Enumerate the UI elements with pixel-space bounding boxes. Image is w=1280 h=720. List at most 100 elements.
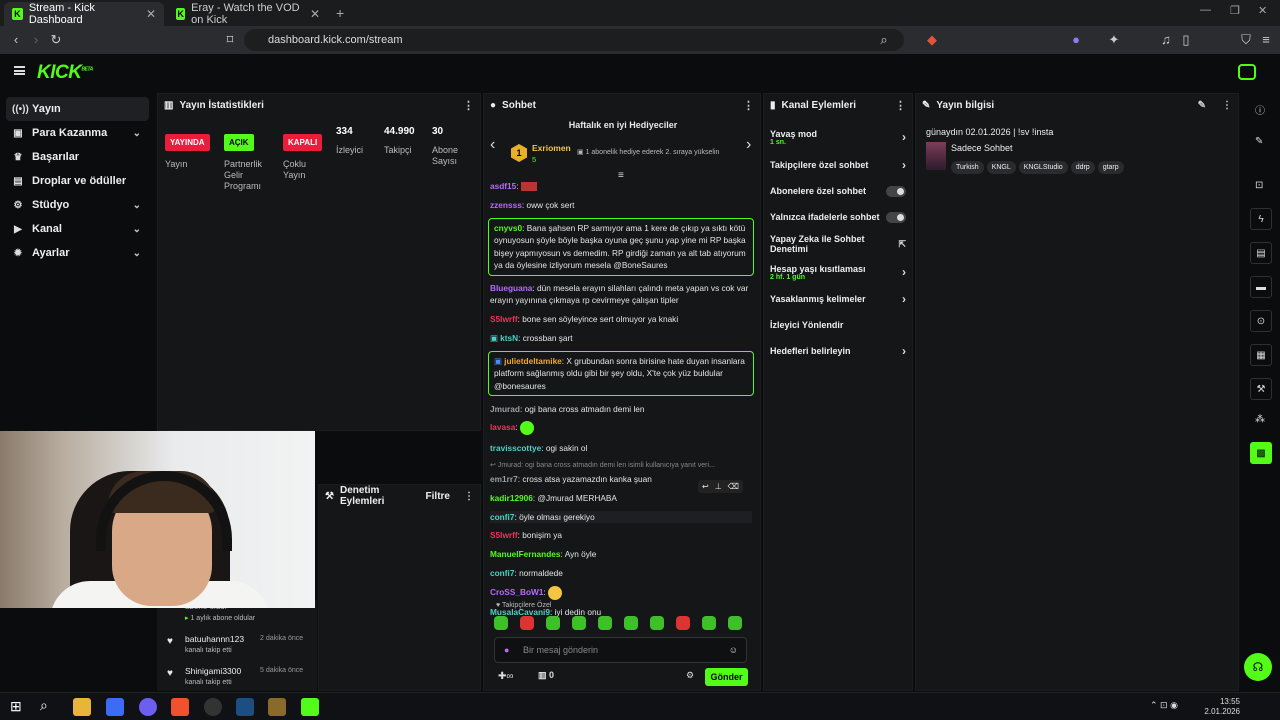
- sidebar-item-basarilar[interactable]: ♛ Başarılar: [0, 145, 155, 169]
- emote-icon[interactable]: [728, 616, 742, 630]
- minimize-icon[interactable]: —: [1200, 4, 1211, 16]
- chat-message[interactable]: zzensss: oww çok sert: [490, 199, 752, 212]
- pencil-icon[interactable]: ✎: [1255, 136, 1263, 147]
- menu-icon[interactable]: ≡: [1258, 32, 1274, 48]
- chat-message-highlighted[interactable]: ▣ julietdeltamike: X grubundan sonra bir…: [488, 350, 754, 397]
- emote-icon[interactable]: [598, 616, 612, 630]
- action-ai-moderation[interactable]: Yapay Zeka ile Sohbet Denetimi ⇱: [764, 230, 912, 258]
- system-clock[interactable]: 13:55 2.01.2026: [1204, 697, 1240, 717]
- forward-icon[interactable]: ›: [28, 32, 44, 48]
- emote-icon[interactable]: [520, 616, 534, 630]
- new-tab-icon[interactable]: +: [336, 5, 344, 21]
- focus-icon[interactable]: ⊡: [1255, 180, 1263, 191]
- sidebar-item-kanal[interactable]: ▶ Kanal ⌄: [0, 217, 155, 241]
- filter-button[interactable]: Filtre: [426, 491, 450, 502]
- clapperboard-icon[interactable]: ▩: [1250, 442, 1272, 464]
- chevron-left-icon[interactable]: ‹: [490, 136, 495, 154]
- action-banned-words[interactable]: Yasaklanmış kelimeler ›: [764, 286, 912, 312]
- app-icon[interactable]: [106, 698, 124, 716]
- close-window-icon[interactable]: ✕: [1258, 4, 1267, 17]
- document-icon[interactable]: ▤: [1250, 242, 1272, 264]
- action-subscribers-chat[interactable]: Abonelere özel sohbet: [764, 178, 912, 204]
- chat-message[interactable]: ▣ ktsN: crossban şart: [490, 332, 752, 345]
- more-options-icon[interactable]: ⋮: [464, 491, 474, 502]
- reply-icon[interactable]: ↩: [702, 482, 709, 491]
- action-raid[interactable]: İzleyici Yönlendir: [764, 312, 912, 338]
- delete-icon[interactable]: ⌫: [728, 482, 739, 491]
- chat-message[interactable]: confi7: normaldede: [490, 567, 752, 580]
- action-slow-mode[interactable]: Yavaş mod 1 sn. ›: [764, 122, 912, 152]
- pin-icon[interactable]: ⊥: [715, 482, 722, 491]
- reload-icon[interactable]: ↻: [48, 32, 64, 48]
- chat-message[interactable]: travisscottye: ogi sakin ol: [490, 442, 752, 455]
- sidebar-item-studyo[interactable]: ⚙ Stüdyo ⌄: [0, 193, 155, 217]
- chat-message[interactable]: asdf15:: [490, 180, 752, 193]
- windows-start-icon[interactable]: ⊞: [10, 698, 22, 715]
- file-explorer-icon[interactable]: [73, 698, 91, 716]
- action-followers-chat[interactable]: Takipçilere özel sohbet ›: [764, 152, 912, 178]
- support-icon[interactable]: ☊: [1244, 653, 1272, 681]
- chat-bubble-icon[interactable]: ▬: [1250, 276, 1272, 298]
- chat-message[interactable]: S5lwrff: bone sen söyleyince sert olmuyo…: [490, 313, 752, 326]
- chat-message[interactable]: lavasa:: [490, 421, 752, 436]
- action-account-age[interactable]: Hesap yaşı kısıtlaması 2 hf. 1 gün ›: [764, 258, 912, 286]
- emote-icon[interactable]: [702, 616, 716, 630]
- broadcast-icon[interactable]: ⊙: [1250, 310, 1272, 332]
- emote-icon[interactable]: [624, 616, 638, 630]
- send-button[interactable]: Gönder: [705, 668, 748, 686]
- more-options-icon[interactable]: ⋮: [895, 99, 906, 112]
- channel-avatar-icon[interactable]: [1238, 64, 1256, 80]
- puzzle-icon[interactable]: ✦: [1106, 32, 1122, 48]
- brave-shield-icon[interactable]: ◆: [924, 32, 940, 48]
- browser-tab-dashboard[interactable]: K Stream - Kick Dashboard ✕: [4, 2, 164, 26]
- toggle-switch[interactable]: [886, 185, 906, 197]
- chat-message[interactable]: Blueguana: dün mesela erayın silahları ç…: [490, 282, 752, 307]
- maximize-icon[interactable]: ❐: [1230, 4, 1240, 17]
- chat-input[interactable]: ● Bir mesaj gönderin ☺: [494, 637, 747, 663]
- emoji-picker-icon[interactable]: ☺: [729, 645, 738, 655]
- wrench-icon[interactable]: ⚒: [1250, 378, 1272, 400]
- toggle-switch[interactable]: [886, 211, 906, 223]
- emote-icon[interactable]: [650, 616, 664, 630]
- emote-icon[interactable]: [546, 616, 560, 630]
- search-icon[interactable]: ⌕: [40, 697, 48, 714]
- game-icon[interactable]: [268, 698, 286, 716]
- media-icon[interactable]: ♫: [1158, 32, 1174, 48]
- close-tab-icon[interactable]: ✕: [310, 7, 320, 21]
- obs-icon[interactable]: [204, 698, 222, 716]
- chat-settings-icon[interactable]: ⚙: [686, 670, 694, 681]
- edit-icon[interactable]: ✎: [1198, 100, 1206, 111]
- zoom-icon[interactable]: ⌕: [876, 32, 892, 48]
- more-options-icon[interactable]: ⋮: [1222, 100, 1232, 111]
- sidebar-item-yayin[interactable]: ((•)) Yayın: [6, 97, 149, 121]
- sidebar-item-para-kazanma[interactable]: ▣ Para Kazanma ⌄: [0, 121, 155, 145]
- chat-message-highlighted[interactable]: cnyvs0: Bana şahsen RP sarmıyor ama 1 ke…: [488, 217, 754, 276]
- action-emote-only-chat[interactable]: Yalnızca ifadelerle sohbet: [764, 204, 912, 230]
- chevron-right-icon[interactable]: ›: [746, 136, 751, 154]
- top-gifter-name[interactable]: Exriomen: [532, 143, 571, 153]
- chat-message[interactable]: kadir12906: @Jmurad MERHABA: [490, 492, 752, 505]
- more-options-icon[interactable]: ⋮: [463, 99, 474, 112]
- browser-tab-vod[interactable]: K Eray - Watch the VOD on Kick ✕: [168, 2, 328, 26]
- sidebar-item-ayarlar[interactable]: ✹ Ayarlar ⌄: [0, 241, 155, 265]
- microphone-icon[interactable]: ●: [504, 645, 509, 655]
- brave-icon[interactable]: [171, 698, 189, 716]
- steam-icon[interactable]: [236, 698, 254, 716]
- chat-message-hovered[interactable]: confi7: öyle olması gerekiyo: [490, 510, 752, 524]
- points-icon[interactable]: ✚∞: [498, 671, 514, 682]
- back-icon[interactable]: ‹: [8, 32, 24, 48]
- emote-icon[interactable]: [494, 616, 508, 630]
- layers-icon[interactable]: ▦: [1250, 344, 1272, 366]
- action-set-goals[interactable]: Hedefleri belirleyin ›: [764, 338, 912, 364]
- sidebar-item-droplar[interactable]: ▤ Droplar ve ödüller: [0, 169, 155, 193]
- share-icon[interactable]: ⁂: [1255, 414, 1265, 425]
- kick-logo[interactable]: KICKBETA: [37, 62, 93, 84]
- lightning-icon[interactable]: ϟ: [1250, 208, 1272, 230]
- chat-message[interactable]: CroSS_BoW1:: [490, 585, 752, 600]
- more-options-icon[interactable]: ⋮: [743, 99, 754, 112]
- bookmark-icon[interactable]: ⌑: [222, 32, 238, 48]
- chat-message[interactable]: Jmurad: ogi bana cross atmadın demi len: [490, 403, 752, 416]
- system-tray-icon[interactable]: ⌃ ⊡ ◉: [1150, 700, 1178, 711]
- chat-message[interactable]: S5lwrff: bonişim ya: [490, 529, 752, 542]
- emote-icon[interactable]: [572, 616, 586, 630]
